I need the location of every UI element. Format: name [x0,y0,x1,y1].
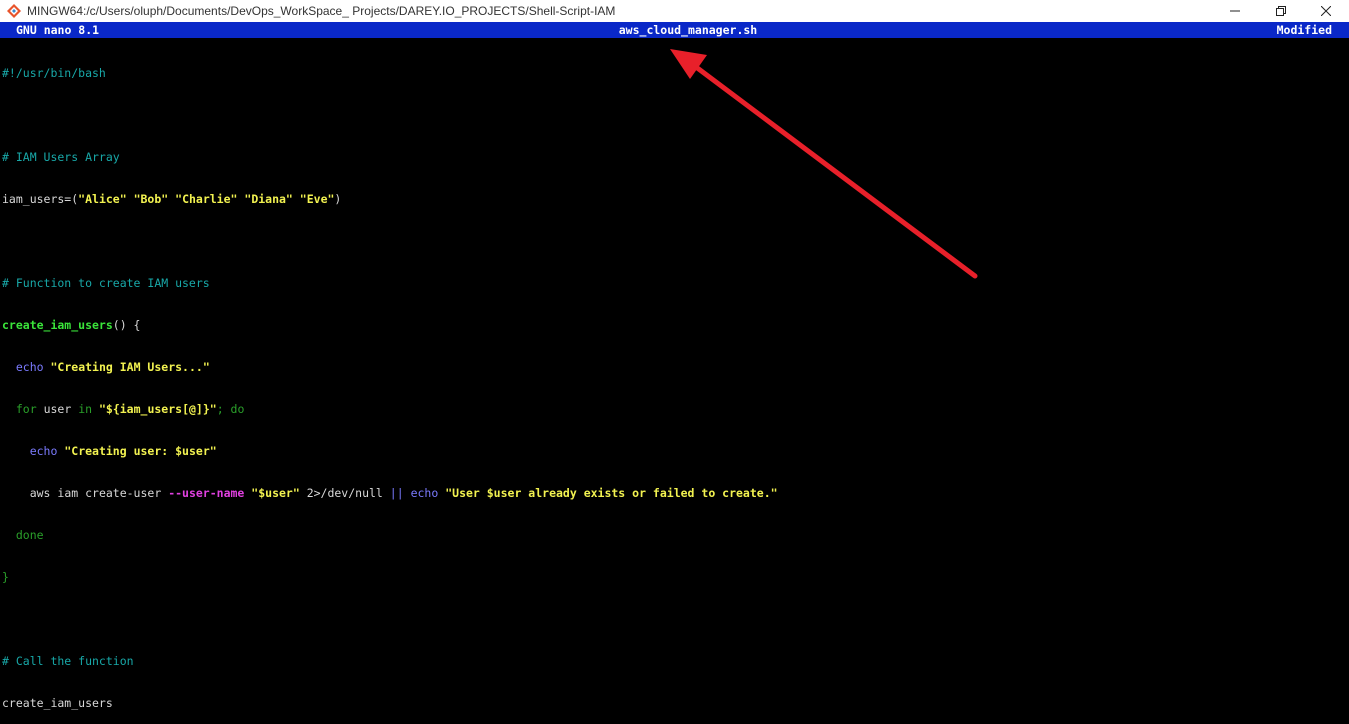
code-token: "$user" [251,486,300,500]
maximize-button[interactable] [1258,0,1304,22]
code-token: echo [29,444,58,458]
code-token: done [15,528,44,542]
code-token: --user-name [168,486,245,500]
close-button[interactable] [1303,0,1349,22]
code-token: "Eve" [299,192,335,206]
code-token: ; [216,402,231,416]
code-line-13: } [2,570,778,584]
code-token: "Diana" [244,192,293,206]
code-token: "${iam_users[@]}" [98,402,217,416]
code-token: "Alice" [78,192,127,206]
code-token: 2>/dev/null [299,486,390,500]
code-line-12: done [2,528,778,542]
code-token: aws iam create-user [29,486,169,500]
code-line-4: iam_users=("Alice" "Bob" "Charlie" "Dian… [2,192,778,206]
code-editor[interactable]: #!/usr/bin/bash # IAM Users Array iam_us… [2,38,778,724]
code-line-9: for user in "${iam_users[@]}"; do [2,402,778,416]
code-token: "Bob" [133,192,169,206]
code-token: create_iam_users [2,318,113,332]
code-line-3: # IAM Users Array [2,150,120,164]
code-token: in [78,402,93,416]
code-token: || [389,486,404,500]
code-line-10: echo "Creating user: $user" [2,444,778,458]
code-token: do [230,402,245,416]
code-token: "Creating user: $user" [64,444,217,458]
code-token: "Charlie" [175,192,238,206]
nano-filename: aws_cloud_manager.sh [618,23,758,37]
window-titlebar: MINGW64:/c/Users/oluph/Documents/DevOps_… [0,0,1349,22]
minimize-icon [1230,10,1240,12]
code-line-16: create_iam_users [2,696,113,710]
code-token: echo [410,486,439,500]
mingw-icon [7,4,21,18]
code-token: iam_users=( [2,192,79,206]
code-line-7: create_iam_users() { [2,318,778,332]
minimize-button[interactable] [1212,0,1258,22]
window-title: MINGW64:/c/Users/oluph/Documents/DevOps_… [27,4,616,18]
nano-status: Modified [1276,23,1332,37]
code-token: echo [15,360,44,374]
nano-header-bar: GNU nano 8.1 aws_cloud_manager.sh Modifi… [0,22,1349,38]
code-token: "User $user already exists or failed to … [445,486,778,500]
code-token: ) [334,192,342,206]
code-token: () { [112,318,141,332]
close-icon [1321,6,1331,16]
code-line-15: # Call the function [2,654,134,668]
code-token: user [36,402,79,416]
code-token: "Creating IAM Users..." [50,360,210,374]
code-line-6: # Function to create IAM users [2,276,210,290]
maximize-icon [1276,6,1286,16]
code-token: for [15,402,37,416]
code-line-8: echo "Creating IAM Users..." [2,360,778,374]
code-line-11: aws iam create-user --user-name "$user" … [2,486,778,500]
code-line-1: #!/usr/bin/bash [2,66,106,80]
code-token: } [2,570,9,584]
